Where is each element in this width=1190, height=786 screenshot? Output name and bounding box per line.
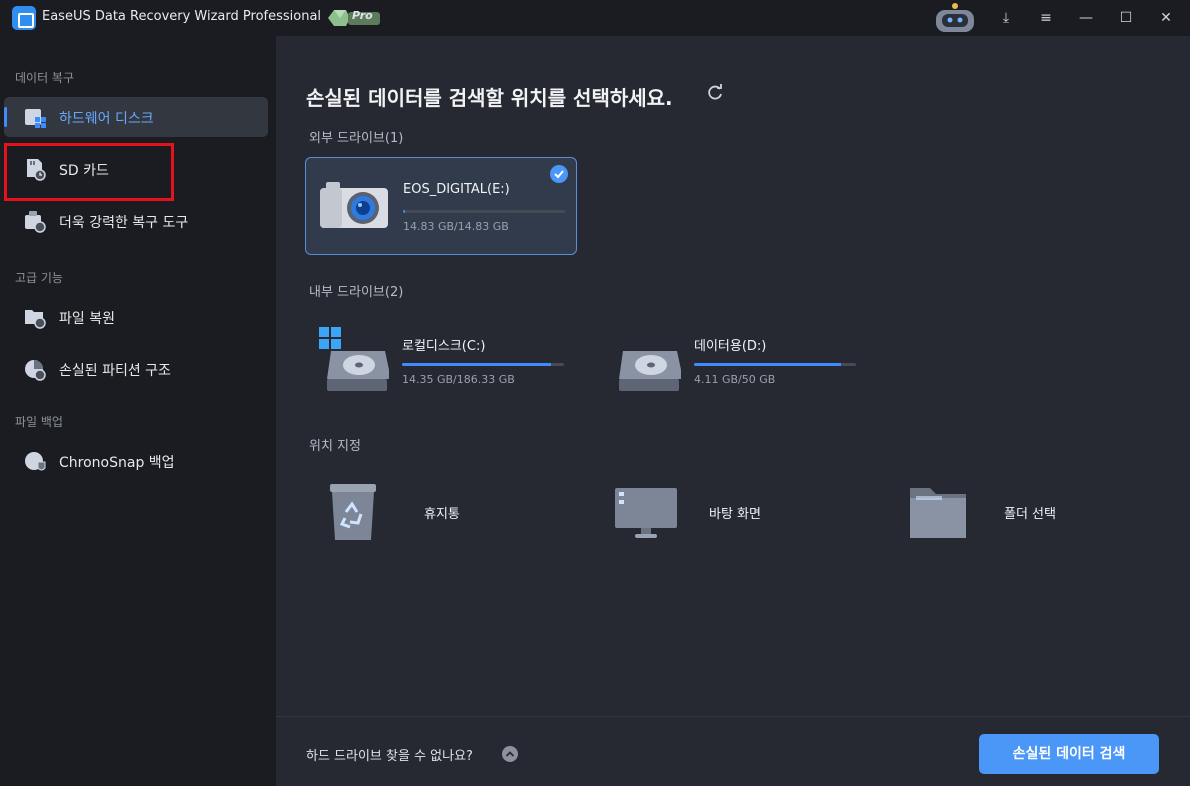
file-restore-icon [25,310,46,329]
drive-card-eos-digital[interactable]: EOS_DIGITAL(E:) 14.83 GB/14.83 GB [305,157,577,255]
camera-drive-icon [320,182,388,228]
internal-drives-label: 내부 드라이브(2) [309,285,404,300]
drive-size: 14.83 GB/14.83 GB [403,220,509,233]
drive-usage-bar [694,363,856,366]
section-label-advanced: 고급 기능 [15,271,63,285]
folder-icon [910,488,966,538]
cant-find-drive-link[interactable]: 하드 드라이브 찾을 수 없나요? [306,745,473,764]
sidebar-item-label: 손실된 파티션 구조 [59,363,171,379]
hard-drive-icon [619,351,681,391]
drive-size: 4.11 GB/50 GB [694,373,776,386]
hard-disk-icon [25,109,46,128]
sidebar-item-label: ChronoSnap 백업 [59,455,175,471]
sidebar-item-file-restore[interactable]: 파일 복원 [4,297,268,337]
chevron-up-icon[interactable] [502,746,518,762]
drive-usage-fill [694,363,842,366]
locations-label: 위치 지정 [309,439,361,454]
drive-usage-bar [403,210,565,213]
pro-badge-label: Pro [352,9,373,22]
drive-name: EOS_DIGITAL(E:) [403,182,510,197]
menu-icon[interactable]: ≡ [1036,8,1056,28]
drive-name: 로컬디스크(C:) [402,339,486,354]
external-drives-label: 외부 드라이브(1) [309,131,404,146]
drive-usage-fill [403,210,405,213]
maximize-icon[interactable]: ☐ [1116,8,1136,28]
sidebar-item-partition[interactable]: 손실된 파티션 구조 [4,349,268,389]
desktop-icon [615,488,677,538]
sidebar-item-label: 파일 복원 [59,311,115,327]
sidebar-item-recovery-tools[interactable]: 더욱 강력한 복구 도구 [4,201,268,241]
location-label: 바탕 화면 [709,507,761,522]
drive-usage-bar [402,363,564,366]
app-title: EaseUS Data Recovery Wizard Professional [42,9,322,24]
windows-drive-icon [319,327,389,391]
highlight-box [4,143,174,201]
chronosnap-icon [25,452,46,471]
page-title: 손실된 데이터를 검색할 위치를 선택하세요. [306,86,673,110]
close-icon[interactable]: ✕ [1156,8,1176,28]
sidebar-item-label: 하드웨어 디스크 [59,111,154,127]
drive-size: 14.35 GB/186.33 GB [402,373,515,386]
location-recycle-bin[interactable]: 휴지통 [328,482,578,552]
section-label-file-backup: 파일 백업 [15,415,63,429]
drive-name: 데이터용(D:) [694,339,767,354]
recycle-bin-icon [330,484,376,540]
assistant-robot-icon[interactable] [932,2,978,34]
sidebar-item-label: 더욱 강력한 복구 도구 [59,215,189,231]
section-label-data-recovery: 데이터 복구 [15,71,75,85]
title-bar: EaseUS Data Recovery Wizard Professional… [0,0,1190,36]
location-label: 휴지통 [424,507,460,522]
footer-divider [276,716,1190,717]
recovery-tools-icon [25,211,46,233]
sidebar-item-chronosnap[interactable]: ChronoSnap 백업 [4,441,268,481]
minimize-icon[interactable]: — [1076,8,1096,28]
sidebar-item-hard-disk[interactable]: 하드웨어 디스크 [4,97,268,137]
check-icon [550,165,568,183]
drive-card-local-disk-c[interactable]: 로컬디스크(C:) 14.35 GB/186.33 GB [305,311,577,409]
scan-lost-data-button[interactable]: 손실된 데이터 검색 [979,734,1159,774]
location-label: 폴더 선택 [1004,507,1056,522]
main-panel: 손실된 데이터를 검색할 위치를 선택하세요. 외부 드라이브(1) EOS_D… [276,36,1190,786]
drive-usage-fill [402,363,552,366]
location-folder[interactable]: 폴더 선택 [908,482,1158,552]
partition-icon [25,360,46,381]
location-desktop[interactable]: 바탕 화면 [613,482,863,552]
refresh-icon[interactable] [706,84,724,102]
app-logo-icon [12,6,36,30]
drive-card-data-d[interactable]: 데이터용(D:) 4.11 GB/50 GB [597,311,869,409]
download-icon[interactable]: ⤓ [996,8,1016,28]
